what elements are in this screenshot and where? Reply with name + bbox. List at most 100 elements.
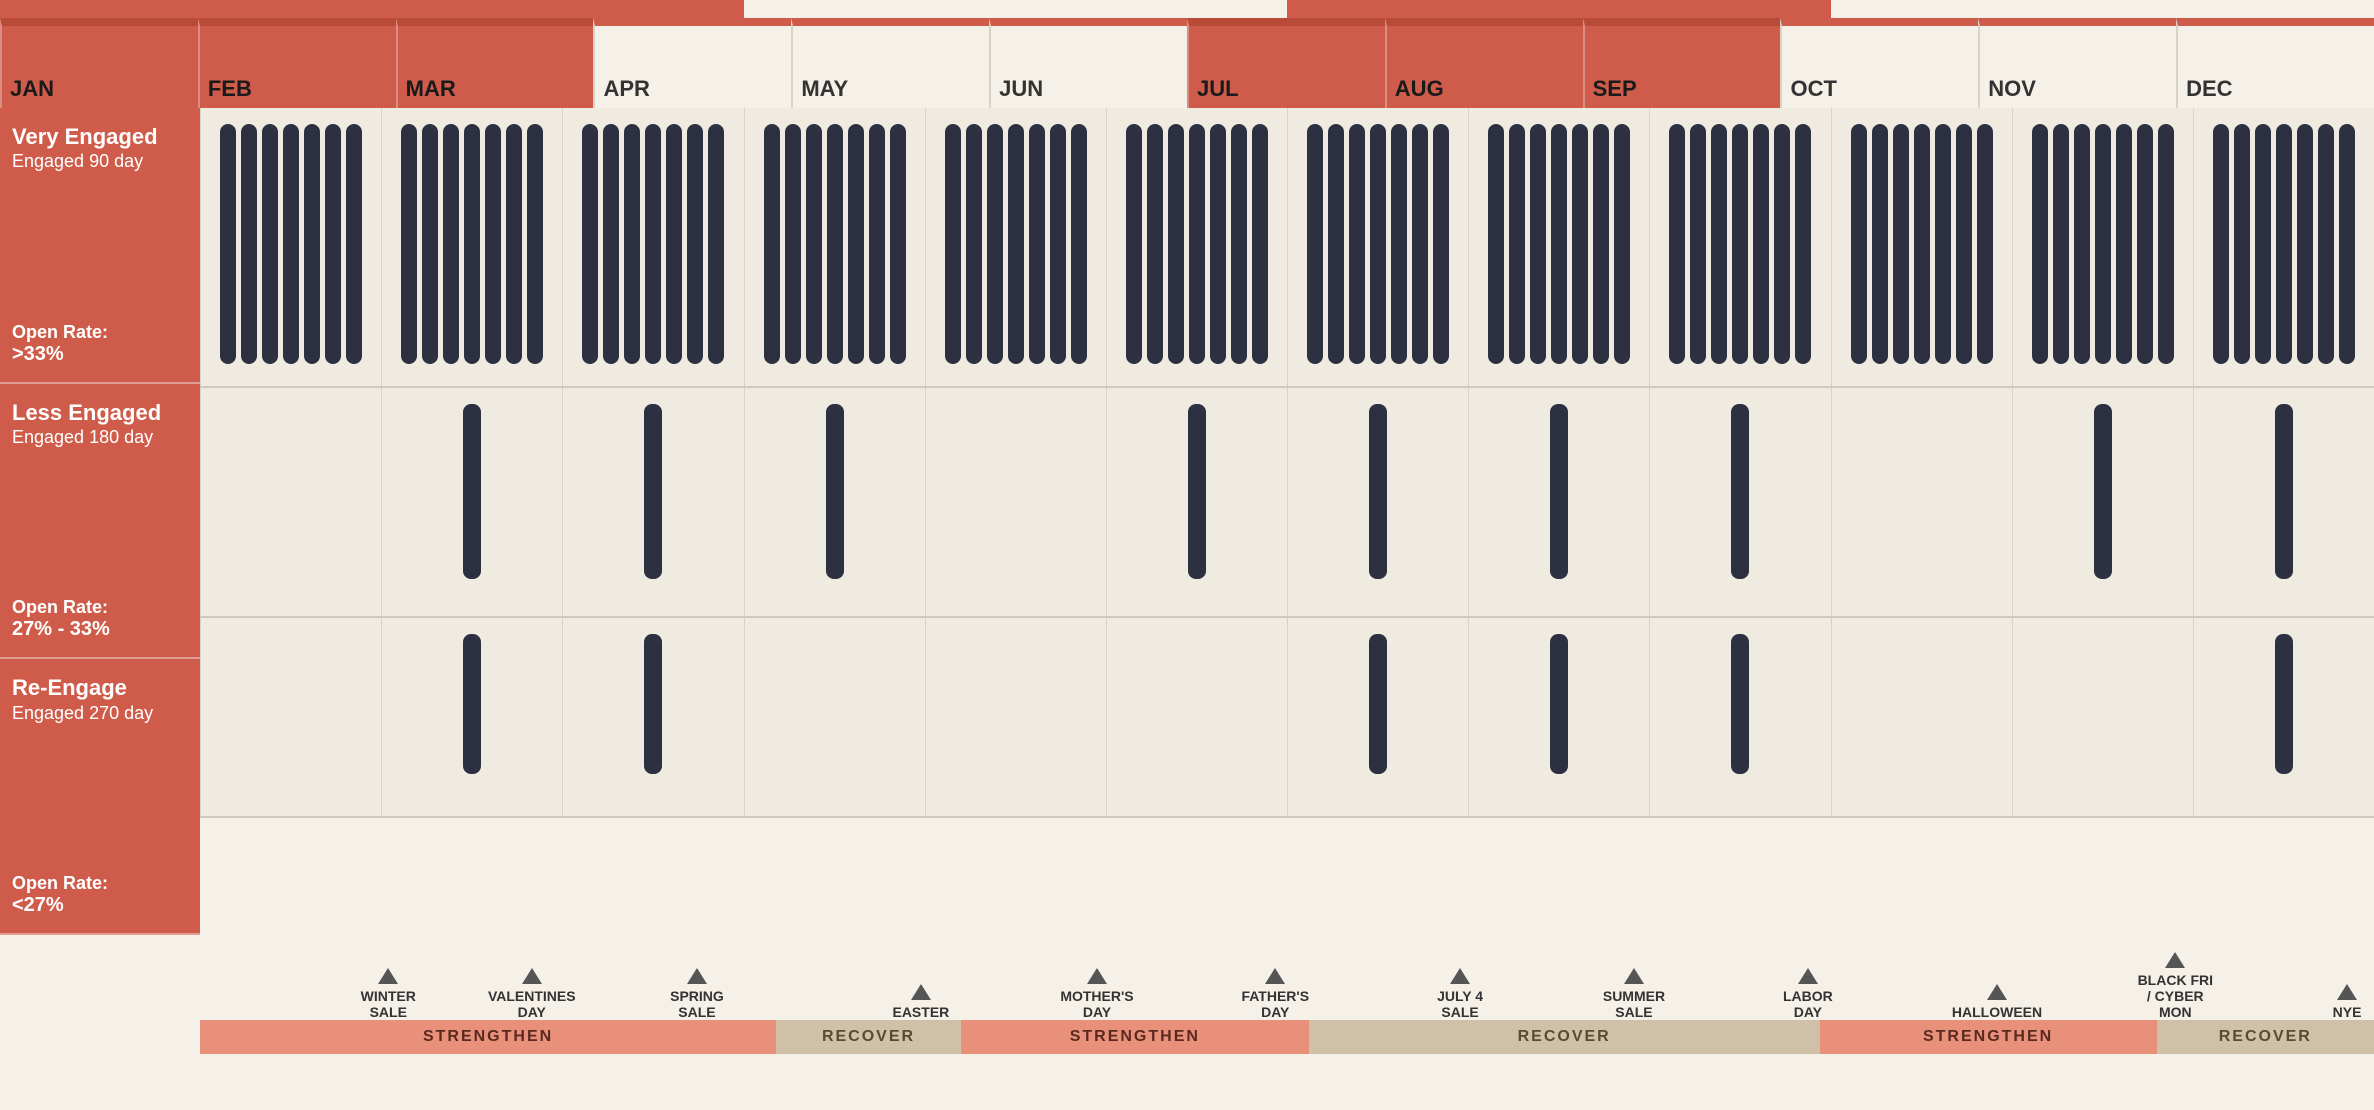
data-cell-less-engaged-jan	[200, 388, 381, 616]
data-cell-less-engaged-oct	[1831, 388, 2012, 616]
month-header-dec: DEC	[2176, 18, 2374, 108]
data-cell-very-engaged-apr	[744, 108, 925, 386]
bar	[1231, 124, 1247, 364]
bar	[2297, 124, 2313, 364]
bar	[2074, 124, 2090, 364]
bar	[945, 124, 961, 364]
bar	[1711, 124, 1727, 364]
bar	[1391, 124, 1407, 364]
bar	[304, 124, 320, 364]
event-label-7: SUMMER SALE	[1603, 988, 1665, 1020]
bar	[2116, 124, 2132, 364]
bar	[1189, 124, 1205, 364]
bar	[624, 124, 640, 364]
bar	[1369, 404, 1387, 579]
row-label-very-engaged: Very EngagedEngaged 90 dayOpen Rate:>33%	[0, 108, 200, 384]
data-cell-reengage-oct	[1831, 618, 2012, 816]
bar	[463, 634, 481, 774]
data-cell-less-engaged-mar	[562, 388, 743, 616]
strategy-label-space	[0, 1020, 200, 1056]
bar	[1029, 124, 1045, 364]
bar	[1328, 124, 1344, 364]
event-triangle-5	[1265, 968, 1285, 984]
strategy-band-0: STRENGTHEN	[200, 1020, 776, 1054]
bar	[1147, 124, 1163, 364]
event-triangle-9	[1987, 984, 2007, 1000]
event-triangle-6	[1450, 968, 1470, 984]
open-rate-value-very-engaged: >33%	[12, 343, 188, 366]
month-header-aug: AUG	[1385, 18, 1583, 108]
bar	[2094, 404, 2112, 579]
months-header: JANFEBMARAPRMAYJUNJULAUGSEPOCTNOVDEC	[0, 18, 2374, 108]
event-triangle-2	[687, 968, 707, 984]
row-title-less-engaged: Less Engaged	[12, 400, 188, 426]
bar	[1753, 124, 1769, 364]
event-marker-5: FATHER'S DAY	[1245, 968, 1305, 1020]
bar	[827, 124, 843, 364]
event-marker-3: EASTER	[891, 984, 951, 1020]
event-marker-1: VALENTINES DAY	[502, 968, 562, 1020]
bar	[1732, 124, 1748, 364]
data-cell-reengage-jan	[200, 618, 381, 816]
bar	[1551, 124, 1567, 364]
month-header-oct: OCT	[1780, 18, 1978, 108]
bar	[527, 124, 543, 364]
bar	[241, 124, 257, 364]
event-triangle-1	[522, 968, 542, 984]
bar	[1872, 124, 1888, 364]
bar	[463, 404, 481, 579]
event-label-11: NYE	[2333, 1004, 2362, 1020]
data-cell-reengage-may	[925, 618, 1106, 816]
strategy-band-3: RECOVER	[1309, 1020, 1820, 1054]
bar	[1252, 124, 1268, 364]
bar	[806, 124, 822, 364]
bar	[764, 124, 780, 364]
bar	[1370, 124, 1386, 364]
strategy-bands: STRENGTHENRECOVERSTRENGTHENRECOVERSTRENG…	[200, 1020, 2374, 1056]
data-cell-very-engaged-nov	[2012, 108, 2193, 386]
bar	[1307, 124, 1323, 364]
bar	[506, 124, 522, 364]
bar	[2137, 124, 2153, 364]
bar	[890, 124, 906, 364]
data-cell-less-engaged-feb	[381, 388, 562, 616]
event-label-1: VALENTINES DAY	[488, 988, 576, 1020]
open-rate-value-reengage: <27%	[12, 894, 188, 917]
bar	[1669, 124, 1685, 364]
data-cell-reengage-feb	[381, 618, 562, 816]
bar	[401, 124, 417, 364]
bar	[826, 404, 844, 579]
events-label-space	[0, 935, 200, 1020]
event-marker-2: SPRING SALE	[667, 968, 727, 1020]
open-rate-label-less-engaged: Open Rate:	[12, 597, 188, 618]
data-cell-very-engaged-jan	[200, 108, 381, 386]
bar	[2318, 124, 2334, 364]
data-cell-very-engaged-feb	[381, 108, 562, 386]
main-grid: Very EngagedEngaged 90 dayOpen Rate:>33%…	[0, 108, 2374, 935]
event-marker-11: NYE	[2317, 984, 2374, 1020]
data-cell-very-engaged-dec	[2193, 108, 2374, 386]
data-cell-reengage-sep	[1649, 618, 1830, 816]
event-marker-7: SUMMER SALE	[1604, 968, 1664, 1020]
bar	[464, 124, 480, 364]
bar	[1530, 124, 1546, 364]
data-cell-very-engaged-jun	[1106, 108, 1287, 386]
data-row-very-engaged	[200, 108, 2374, 388]
data-cell-less-engaged-apr	[744, 388, 925, 616]
bar	[848, 124, 864, 364]
bar	[220, 124, 236, 364]
data-cell-reengage-dec	[2193, 618, 2374, 816]
data-cell-reengage-jun	[1106, 618, 1287, 816]
bar	[1412, 124, 1428, 364]
bar	[1956, 124, 1972, 364]
event-label-2: SPRING SALE	[670, 988, 724, 1020]
open-rate-label-very-engaged: Open Rate:	[12, 322, 188, 343]
bar	[1795, 124, 1811, 364]
bar	[645, 124, 661, 364]
strategy-row: STRENGTHENRECOVERSTRENGTHENRECOVERSTRENG…	[0, 1020, 2374, 1056]
data-grid	[200, 108, 2374, 935]
bar	[687, 124, 703, 364]
data-row-reengage	[200, 618, 2374, 818]
data-cell-reengage-jul	[1287, 618, 1468, 816]
data-row-less-engaged	[200, 388, 2374, 618]
